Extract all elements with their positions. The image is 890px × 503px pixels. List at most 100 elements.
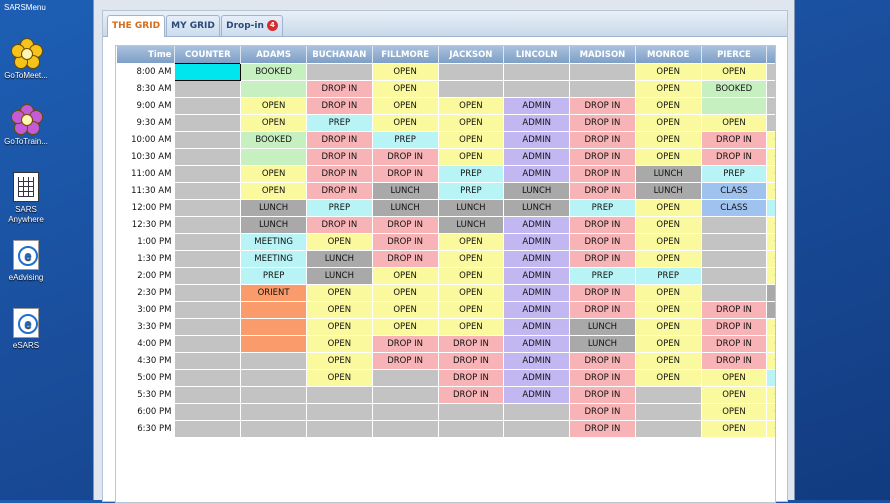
desktop-label-sarsmenu[interactable]: SARSMenu [4,3,46,12]
schedule-cell[interactable]: DROP IN [700,301,768,319]
schedule-cell[interactable] [503,63,571,81]
schedule-cell[interactable]: OPEN [371,267,439,285]
schedule-cell[interactable]: OPEN [766,250,775,268]
schedule-cell[interactable]: DROP IN [371,335,439,353]
schedule-cell[interactable] [437,403,505,421]
schedule-cell[interactable] [766,114,775,132]
schedule-cell[interactable]: ADMIN [503,301,571,319]
schedule-cell[interactable]: DROP IN [305,216,373,234]
schedule-cell[interactable] [305,420,373,438]
schedule-cell[interactable] [240,318,307,336]
schedule-cell[interactable] [634,403,702,421]
schedule-cell[interactable] [305,63,373,81]
schedule-cell[interactable]: LUNC [766,284,775,302]
schedule-cell[interactable]: OPEN [240,97,307,115]
schedule-cell[interactable]: OPEN [700,403,768,421]
schedule-cell[interactable]: LUNCH [569,335,636,353]
schedule-cell[interactable]: DROP IN [305,182,373,200]
schedule-cell[interactable]: ADMIN [503,216,571,234]
schedule-cell[interactable]: OPEN [371,63,439,81]
schedule-cell[interactable]: LUNCH [569,318,636,336]
schedule-cell[interactable]: PREP [569,199,636,217]
schedule-cell[interactable]: OPEN [371,80,439,98]
schedule-cell[interactable] [174,165,242,183]
schedule-cell[interactable]: DROP IN [371,250,439,268]
schedule-cell[interactable]: DROP IN [437,335,505,353]
schedule-cell[interactable]: OPEN [766,386,775,404]
schedule-cell[interactable]: OPEN [766,403,775,421]
schedule-cell[interactable]: ORIENT [240,284,307,302]
schedule-cell[interactable] [240,301,307,319]
schedule-cell[interactable] [174,386,242,404]
schedule-cell[interactable]: DROP IN [305,148,373,166]
schedule-cell[interactable] [174,80,242,98]
schedule-cell[interactable]: OPEN [700,114,768,132]
schedule-cell[interactable] [240,403,307,421]
schedule-cell[interactable] [174,131,242,149]
schedule-cell[interactable]: OPEN [437,233,505,251]
desktop-icon-gototraining[interactable]: GoToTrain... [0,104,52,147]
schedule-cell[interactable]: OPEN [371,318,439,336]
schedule-cell[interactable]: OPEN [766,148,775,166]
schedule-cell[interactable]: DROP IN [569,114,636,132]
schedule-cell[interactable]: DROP IN [569,216,636,234]
schedule-cell[interactable]: LUNCH [503,199,571,217]
desktop-icon-sars-anywhere[interactable]: SARS Anywhere [0,172,52,225]
schedule-cell[interactable]: PREP [766,199,775,217]
schedule-cell[interactable] [240,80,307,98]
schedule-cell[interactable]: DROP IN [569,165,636,183]
schedule-cell[interactable] [174,284,242,302]
schedule-cell[interactable] [174,250,242,268]
schedule-cell[interactable] [437,63,505,81]
schedule-cell[interactable]: PREP [569,267,636,285]
schedule-cell[interactable]: DROP IN [371,148,439,166]
schedule-cell[interactable]: DROP IN [305,165,373,183]
schedule-cell[interactable]: ADMIN [503,284,571,302]
schedule-cell[interactable]: DROP IN [437,369,505,387]
schedule-cell[interactable]: OPEN [437,301,505,319]
schedule-cell[interactable] [240,420,307,438]
schedule-cell[interactable]: OPEN [305,284,373,302]
schedule-cell[interactable]: OPEN [437,114,505,132]
schedule-cell[interactable]: ADMIN [503,335,571,353]
schedule-cell[interactable] [700,284,768,302]
schedule-cell[interactable]: MEETING [240,233,307,251]
schedule-cell[interactable]: OPEN [766,165,775,183]
schedule-cell[interactable]: LUNCH [437,199,505,217]
schedule-cell[interactable]: OPEN [766,318,775,336]
schedule-cell[interactable]: OPEN [371,284,439,302]
schedule-cell[interactable]: DROP IN [569,284,636,302]
schedule-cell[interactable]: DROP IN [371,233,439,251]
schedule-cell[interactable]: LUNCH [371,182,439,200]
schedule-cell[interactable]: DROP IN [371,352,439,370]
schedule-cell[interactable]: LUNCH [437,216,505,234]
schedule-cell[interactable] [503,403,571,421]
schedule-cell[interactable]: DROP IN [371,165,439,183]
schedule-cell[interactable]: OPEN [634,284,702,302]
schedule-cell[interactable]: OPEN [437,284,505,302]
schedule-cell[interactable]: DROP IN [305,131,373,149]
schedule-cell[interactable]: DROP IN [371,216,439,234]
schedule-cell[interactable]: DROP IN [700,318,768,336]
schedule-cell[interactable] [174,301,242,319]
schedule-cell[interactable]: PREP [437,182,505,200]
schedule-cell[interactable]: OPEN [437,148,505,166]
schedule-cell[interactable]: OPEN [371,301,439,319]
schedule-cell[interactable]: DROP IN [437,352,505,370]
schedule-cell[interactable]: CLASS [700,199,768,217]
schedule-cell[interactable]: ADMIN [503,97,571,115]
schedule-cell[interactable] [700,233,768,251]
schedule-cell[interactable] [437,420,505,438]
schedule-cell[interactable] [569,80,636,98]
schedule-cell[interactable]: PREP [766,369,775,387]
schedule-cell[interactable]: OPEN [437,267,505,285]
schedule-cell[interactable]: DROP IN [569,352,636,370]
schedule-cell[interactable]: OPEN [634,131,702,149]
schedule-cell[interactable]: DROP IN [305,97,373,115]
schedule-cell[interactable]: PREP [634,267,702,285]
schedule-cell[interactable]: OPEN [240,182,307,200]
schedule-cell[interactable]: OPEN [766,267,775,285]
schedule-cell[interactable]: OPEN [700,63,768,81]
schedule-cell[interactable] [174,335,242,353]
schedule-cell[interactable] [700,250,768,268]
